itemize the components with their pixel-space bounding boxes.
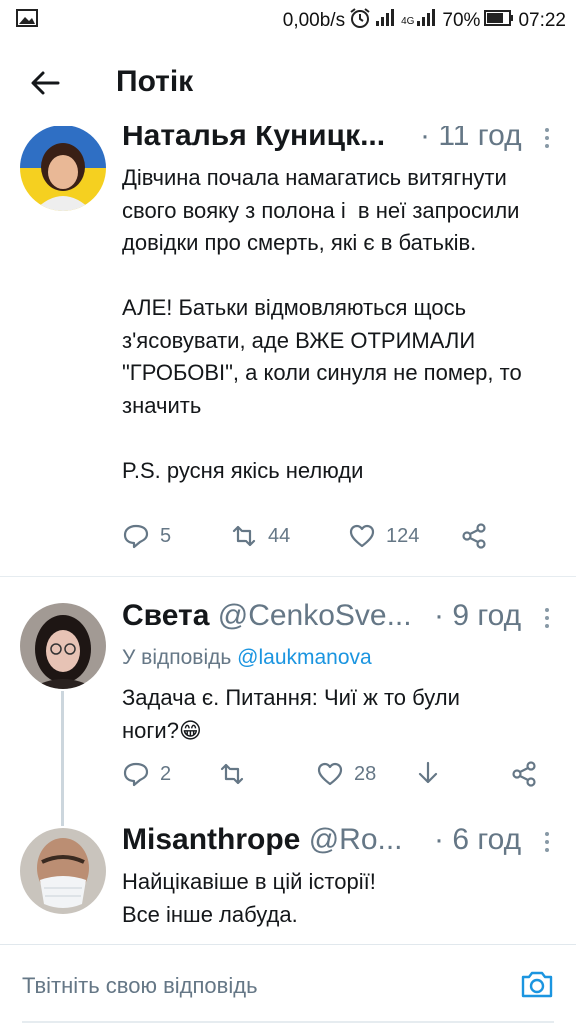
more-options-icon[interactable] (544, 606, 550, 628)
tweet-time: · 6 год (432, 822, 522, 858)
tweet-text: Дівчина почала намагатись витягнути свог… (122, 165, 522, 483)
input-underline (22, 1021, 554, 1023)
status-bar: 0,00b/s 4G 70% 07:22 (0, 0, 576, 38)
author-handle[interactable]: @Ro... (309, 823, 403, 856)
thread-line (61, 691, 64, 826)
tweet-actions: 5 44 124 (122, 522, 552, 556)
tweet-time: · 9 год (432, 598, 522, 634)
reply-count: 5 (160, 524, 172, 547)
heart-icon (317, 762, 343, 786)
like-button[interactable]: 124 (348, 522, 419, 550)
avatar[interactable] (20, 125, 106, 211)
like-count: 124 (386, 524, 420, 547)
retweet-count: 44 (268, 524, 291, 547)
share-button[interactable] (460, 522, 488, 550)
share-button[interactable] (510, 760, 538, 788)
more-options-icon[interactable] (544, 830, 550, 852)
down-arrow-icon (418, 761, 438, 784)
avatar[interactable] (20, 828, 106, 914)
retweet-icon (220, 763, 244, 785)
retweet-icon (232, 525, 256, 547)
reply-input[interactable]: Твітніть свою відповідь (22, 973, 258, 999)
reply-icon (123, 762, 149, 787)
network-type: 4G (401, 15, 415, 27)
reply-prefix: У відповідь (122, 646, 232, 669)
divider (0, 576, 576, 577)
author-name[interactable]: Света (122, 599, 209, 632)
camera-icon[interactable] (520, 967, 554, 1001)
tweet-actions: 2 28 (122, 760, 552, 794)
reply-bar: Твітніть свою відповідь (0, 944, 576, 1024)
alarm-icon (349, 7, 371, 35)
reply-count: 2 (160, 762, 172, 785)
reply-to-link[interactable]: @laukmanova (237, 646, 372, 669)
heart-icon (349, 524, 375, 548)
tweet-text: Задача є. Питання: Чиї ж то були ноги?😁 (122, 685, 467, 743)
tweet-text: Найцікавіше в цій історії! Все інше лабу… (122, 869, 376, 927)
like-count: 28 (354, 762, 377, 785)
signal-icon (375, 9, 397, 33)
image-notification-icon (16, 9, 38, 33)
reply-icon (123, 524, 149, 549)
author-name[interactable]: Misanthrope (122, 823, 300, 856)
reply-context: У відповідь @laukmanova (122, 646, 372, 670)
reply-button[interactable]: 5 (122, 522, 171, 550)
more-options-icon[interactable] (544, 126, 550, 148)
reply-button[interactable]: 2 (122, 760, 171, 788)
avatar[interactable] (20, 603, 106, 689)
clock: 07:22 (518, 10, 566, 31)
page-title: Потік (116, 65, 194, 98)
network-speed: 0,00b/s (282, 10, 346, 31)
author-handle[interactable]: @CenkoSve... (218, 599, 412, 632)
battery-percent: 70% (442, 10, 481, 31)
retweet-button[interactable] (218, 760, 256, 788)
signal-icon-2 (416, 9, 438, 33)
share-icon (462, 523, 486, 549)
like-button[interactable]: 28 (316, 760, 376, 788)
retweet-button[interactable]: 44 (230, 522, 290, 550)
share-icon (512, 761, 536, 787)
back-arrow-icon[interactable] (28, 66, 62, 100)
download-button[interactable] (414, 760, 442, 788)
battery-icon (484, 10, 514, 32)
app-header: Потік (0, 38, 576, 126)
